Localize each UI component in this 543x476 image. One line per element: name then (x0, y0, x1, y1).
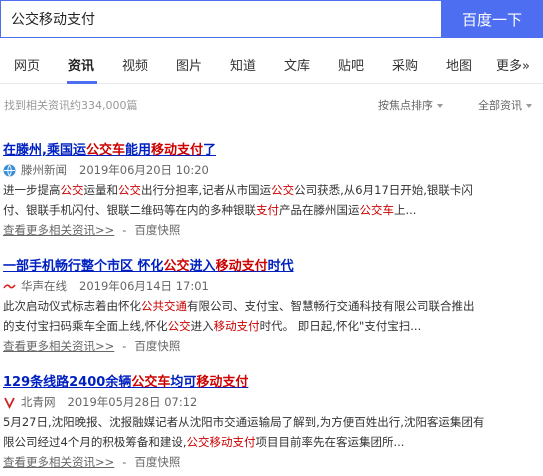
keyword-highlight: 公交 (167, 319, 191, 333)
keyword-highlight: 公共交通 (141, 299, 187, 313)
text-segment: 进入 (189, 259, 216, 274)
result-source: 北青网 (21, 395, 56, 409)
search-button[interactable]: 百度一下 (441, 0, 543, 38)
abstract-line: 此次启动仪式标志着由怀化公共交通有限公司、支付宝、智慧畅行交通科技有限公司联合推… (3, 296, 541, 316)
result-title-link[interactable]: 在滕州,乘国运公交车能用移动支付了 (3, 139, 216, 158)
keyword-highlight: 支付 (256, 203, 279, 217)
keyword-highlight: 移动支付 (213, 319, 260, 333)
result-date: 2019年06月20日 10:20 (79, 163, 209, 177)
tab-more[interactable]: 更多» (496, 55, 530, 74)
text-segment: 上... (394, 203, 417, 217)
text-segment: 时代 (267, 259, 294, 274)
result-title-link[interactable]: 一部手机畅行整个市区 怀化公交进入移动支付时代 (3, 255, 294, 274)
chevron-down-icon (437, 104, 443, 108)
result-links: 查看更多相关资讯>> - 百度快照 (3, 338, 180, 354)
keyword-highlight: 公交 (118, 183, 141, 197)
more-news-link[interactable]: 查看更多相关资讯>> (3, 339, 114, 353)
result-date: 2019年05月28日 07:12 (67, 395, 198, 409)
search-bar: 百度一下 (0, 0, 543, 38)
result-abstract: 进一步提高公交运量和公交出行分担率,记者从市国运公交公司获悉,从6月17日开始,… (3, 180, 541, 220)
text-segment: 运量和 (83, 183, 119, 197)
huasheng-logo-icon (3, 283, 16, 288)
keyword-highlight: 移动支付 (150, 143, 203, 158)
keyword-highlight: 移动支付 (215, 259, 268, 274)
text-segment: 产品在滕州国运 (279, 203, 360, 217)
beiqing-logo-icon (4, 397, 15, 409)
tab-video[interactable]: 视频 (122, 55, 148, 74)
result-abstract: 此次启动仪式标志着由怀化公共交通有限公司、支付宝、智慧畅行交通科技有限公司联合推… (3, 296, 541, 336)
cache-link[interactable]: 百度快照 (134, 455, 180, 469)
tab-images[interactable]: 图片 (176, 55, 202, 74)
text-segment: 此次启动仪式标志着由怀化 (3, 299, 141, 313)
result-date: 2019年06月14日 17:01 (79, 279, 209, 293)
text-segment: 进入 (190, 319, 214, 333)
text-segment: 的支付宝扫码乘车全面上线,怀化 (3, 319, 168, 333)
keyword-highlight: 公交车 (85, 143, 125, 158)
keyword-highlight: 公交车 (359, 203, 395, 217)
result-meta: 滕州新闻 2019年06月20日 10:20 (3, 162, 209, 178)
keyword-highlight: 公交 (271, 183, 295, 197)
tab-wenku[interactable]: 文库 (284, 55, 310, 74)
tab-purchase[interactable]: 采购 (392, 55, 418, 74)
text-segment: 一部手机畅行整个市区 怀化 (3, 259, 164, 274)
sort-all-label: 全部资讯 (478, 99, 522, 112)
separator: - (122, 339, 127, 353)
text-segment: 了 (203, 143, 217, 158)
result-meta: 华声在线 2019年06月14日 17:01 (3, 278, 209, 294)
keyword-highlight: 公交 (60, 183, 84, 197)
globe-icon (3, 164, 16, 177)
text-segment: 公司获悉,从6月17日开始,银联卡闪 (294, 183, 473, 197)
result-title-link[interactable]: 129条线路2400余辆公交车均可移动支付 (3, 371, 248, 390)
sort-all-dropdown[interactable]: 全部资讯 (478, 97, 532, 113)
tab-zhidao[interactable]: 知道 (230, 55, 256, 74)
result-meta: 北青网 2019年05月28日 07:12 (3, 394, 197, 410)
more-news-link[interactable]: 查看更多相关资讯>> (3, 455, 114, 469)
sort-focus-label: 按焦点排序 (378, 99, 433, 112)
text-segment: 时代。 即日起,怀化"支付宝扫... (259, 319, 422, 333)
text-segment: 限公司经过4个月的积极筹备和建设, (3, 435, 187, 449)
text-segment: 5月27日,沈阳晚报、沈报融媒记者从沈阳市交通运输局了解到,为方便百姓出行,沈阳… (3, 415, 485, 429)
abstract-line: 的支付宝扫码乘车全面上线,怀化公交进入移动支付时代。 即日起,怀化"支付宝扫..… (3, 316, 541, 336)
abstract-line: 付、银联手机闪付、银联二维码等在内的多种银联支付产品在滕州国运公交车上... (3, 200, 541, 220)
result-links: 查看更多相关资讯>> - 百度快照 (3, 222, 180, 238)
active-tab-indicator (67, 81, 97, 84)
abstract-line: 5月27日,沈阳晚报、沈报融媒记者从沈阳市交通运输局了解到,为方便百姓出行,沈阳… (3, 412, 541, 432)
text-segment: 付、银联手机闪付、银联二维码等在内的多种银联 (3, 203, 256, 217)
tab-tieba[interactable]: 贴吧 (338, 55, 364, 74)
tab-bar: 网页 资讯 视频 图片 知道 文库 贴吧 采购 地图 更多» (0, 44, 543, 84)
separator: - (122, 455, 127, 469)
text-segment: 出行分担率,记者从市国运 (141, 183, 272, 197)
keyword-highlight: 公交 (163, 259, 190, 274)
text-segment: 进一步提高 (3, 183, 61, 197)
keyword-highlight: 公交移动支付 (186, 435, 256, 449)
search-input[interactable] (0, 0, 442, 38)
keyword-highlight: 移动支付 (196, 375, 249, 390)
chevron-down-icon (526, 104, 532, 108)
keyword-highlight: 公交车 (131, 375, 171, 390)
text-segment: 有限公司、支付宝、智慧畅行交通科技有限公司联合推出 (187, 299, 475, 313)
sort-focus-dropdown[interactable]: 按焦点排序 (378, 97, 443, 113)
tab-news[interactable]: 资讯 (68, 55, 94, 74)
text-segment: 129条线路2400余辆 (3, 375, 132, 390)
tab-web[interactable]: 网页 (14, 55, 40, 74)
result-abstract: 5月27日,沈阳晚报、沈报融媒记者从沈阳市交通运输局了解到,为方便百姓出行,沈阳… (3, 412, 541, 452)
text-segment: 在滕州,乘国运 (3, 143, 86, 158)
text-segment: 能用 (124, 143, 151, 158)
result-source: 华声在线 (21, 279, 67, 293)
text-segment: 项目目前率先在客运集团所... (255, 435, 405, 449)
result-links: 查看更多相关资讯>> - 百度快照 (3, 454, 180, 470)
tab-map[interactable]: 地图 (446, 55, 472, 74)
cache-link[interactable]: 百度快照 (134, 339, 180, 353)
cache-link[interactable]: 百度快照 (134, 223, 180, 237)
separator: - (122, 223, 127, 237)
more-news-link[interactable]: 查看更多相关资讯>> (3, 223, 114, 237)
result-source: 滕州新闻 (21, 163, 67, 177)
text-segment: 均可 (170, 375, 197, 390)
abstract-line: 限公司经过4个月的积极筹备和建设,公交移动支付项目目前率先在客运集团所... (3, 432, 541, 452)
result-count: 找到相关资讯约334,000篇 (4, 99, 138, 112)
abstract-line: 进一步提高公交运量和公交出行分担率,记者从市国运公交公司获悉,从6月17日开始,… (3, 180, 541, 200)
